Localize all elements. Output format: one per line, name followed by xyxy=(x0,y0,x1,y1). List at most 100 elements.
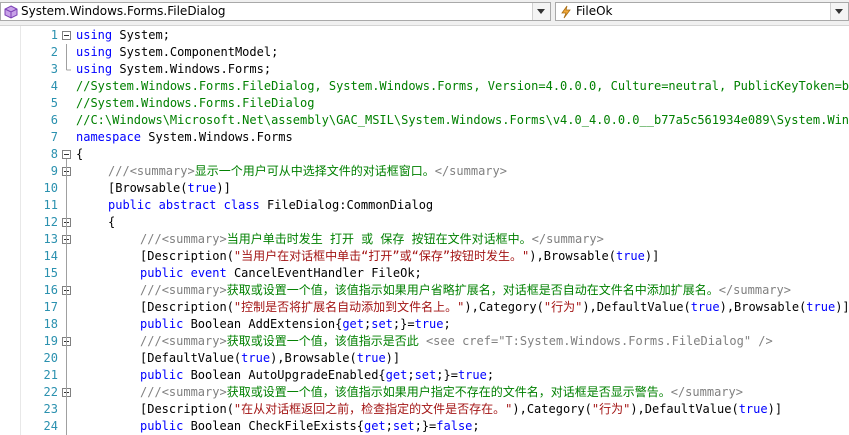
namespace-outline-guide xyxy=(66,159,67,435)
code-token: ),Browsable( xyxy=(270,351,357,365)
code-token: 当用户单击时发生 打开 或 保存 按钮在文件对话框中。 xyxy=(226,232,532,246)
code-line[interactable]: 20 [DefaultValue(true),Browsable(true)] xyxy=(0,350,849,367)
code-line[interactable]: 23 [Description("在从对话框返回之前，检查指定的文件是否存在。")… xyxy=(0,401,849,418)
code-token: /// xyxy=(140,334,162,348)
code-line[interactable]: 24 public Boolean CheckFileExists{get;set… xyxy=(0,418,849,435)
line-number: 21 xyxy=(43,368,58,382)
code-token: { xyxy=(108,215,116,229)
collapse-icon[interactable] xyxy=(62,27,72,44)
code-text: [Description("控制是否将扩展名自动添加到文件名上。"),Categ… xyxy=(140,299,849,316)
code-token: //System.Windows.Forms.FileDialog xyxy=(76,96,315,110)
code-line[interactable]: 5 //System.Windows.Forms.FileDialog xyxy=(0,95,849,112)
code-line[interactable]: 7 namespace System.Windows.Forms xyxy=(0,129,849,146)
code-token: <summary> xyxy=(161,385,227,399)
line-number: 6 xyxy=(50,113,58,127)
code-token: Boolean AddExtension{ xyxy=(183,317,343,331)
code-token: set xyxy=(414,368,437,382)
code-line[interactable]: 14 [Description("当用户在对话框中单击“打开”或“保存”按钮时发生… xyxy=(0,248,849,265)
collapse-icon[interactable] xyxy=(62,163,72,180)
code-line[interactable]: 4 //System.Windows.Forms.FileDialog, Syst… xyxy=(0,78,849,95)
code-token: </summary> xyxy=(531,232,604,246)
code-line[interactable]: 6 //C:\Windows\Microsoft.Net\assembly\GAC… xyxy=(0,112,849,129)
code-line[interactable]: 3 using System.Windows.Forms; xyxy=(0,61,849,78)
collapse-icon[interactable] xyxy=(62,231,72,248)
code-token: System.Windows.Forms; xyxy=(112,62,272,76)
collapse-icon[interactable] xyxy=(62,282,72,299)
code-line[interactable]: 18 public Boolean AddExtension{get; set;}=… xyxy=(0,316,849,333)
code-line[interactable]: 1 using System; xyxy=(0,27,849,44)
code-token: ; xyxy=(486,368,495,382)
code-line[interactable]: 13 ///<summary>当用户单击时发生 打开 或 保存 按钮在文件对话框中… xyxy=(0,231,849,248)
code-token: </summary> xyxy=(434,164,507,178)
code-token: </summary> xyxy=(718,283,791,297)
code-line[interactable]: 10 [Browsable(true)] xyxy=(0,180,849,197)
code-token: <summary> xyxy=(161,334,227,348)
code-token: /// xyxy=(140,283,162,297)
code-text: //C:\Windows\Microsoft.Net\assembly\GAC_… xyxy=(76,112,849,129)
code-token: set xyxy=(392,419,415,433)
code-line[interactable]: 22 ///<summary>获取或设置一个值，该值指示如果用户指定不存在的文件名… xyxy=(0,384,849,401)
line-number: 16 xyxy=(43,283,58,297)
code-line[interactable]: 15 public event CancelEventHandler FileOk… xyxy=(0,265,849,282)
code-token: abstract xyxy=(158,198,217,212)
code-token: event xyxy=(190,266,227,280)
code-token: ;}= xyxy=(414,419,437,433)
type-selector-value: System.Windows.Forms.FileDialog xyxy=(21,4,226,18)
code-token: </summary> xyxy=(670,385,743,399)
code-token: //C:\Windows\Microsoft.Net\assembly\GAC_… xyxy=(76,113,849,127)
code-line[interactable]: 21 public Boolean AutoUpgradeEnabled{get;… xyxy=(0,367,849,384)
code-token: true xyxy=(457,368,487,382)
code-token: public xyxy=(140,317,184,331)
line-number: 5 xyxy=(50,96,58,110)
collapse-icon[interactable] xyxy=(62,384,72,401)
code-token: /// xyxy=(140,385,162,399)
member-selector-dropdown[interactable]: FileOk xyxy=(555,2,849,21)
code-token: 获取或设置一个值，该值指示如果用户省略扩展名，对话框是否自动在文件名中添加扩展名… xyxy=(226,283,719,297)
code-token: true xyxy=(187,181,217,195)
code-token: "行为" xyxy=(543,300,583,314)
code-text: [Description("在从对话框返回之前，检查指定的文件是否存在。"),C… xyxy=(140,401,782,418)
code-token: //System.Windows.Forms.FileDialog, Syste… xyxy=(76,79,849,93)
code-token: class xyxy=(223,198,260,212)
code-text: ///<summary>获取或设置一个值，该值指示如果用户指定不存在的文件名，对… xyxy=(140,384,743,401)
line-number: 11 xyxy=(43,198,58,212)
code-token: ),Category( xyxy=(512,402,592,416)
code-token: public xyxy=(140,419,184,433)
outline-guide-icon xyxy=(66,61,71,71)
code-text: using System.ComponentModel; xyxy=(76,44,278,61)
code-token: [DefaultValue( xyxy=(140,351,242,365)
code-text: public Boolean AddExtension{get; set;}=tr… xyxy=(140,316,451,333)
collapse-icon[interactable] xyxy=(62,146,72,163)
code-token: get xyxy=(342,317,364,331)
code-text: using System; xyxy=(76,27,170,44)
code-token: ),Browsable( xyxy=(719,300,807,314)
code-line[interactable]: 16 ///<summary>获取或设置一个值，该值指示如果用户省略扩展名，对话框… xyxy=(0,282,849,299)
code-line[interactable]: 9 ///<summary>显示一个用户可从中选择文件的对话框窗口。</summa… xyxy=(0,163,849,180)
collapse-icon[interactable] xyxy=(62,214,72,231)
code-line[interactable]: 8{ xyxy=(0,146,849,163)
code-text: { xyxy=(108,214,115,231)
code-token: "在从对话框返回之前，检查指定的文件是否存在。" xyxy=(233,402,513,416)
chevron-down-icon[interactable] xyxy=(830,3,848,20)
code-text: { xyxy=(76,146,83,163)
code-line[interactable]: 19 ///<summary>获取或设置一个值，该值指示是否此 <see cref… xyxy=(0,333,849,350)
code-token: ; xyxy=(385,419,393,433)
code-text: namespace System.Windows.Forms xyxy=(76,129,293,146)
line-number: 7 xyxy=(50,130,58,144)
collapse-icon[interactable] xyxy=(62,333,72,350)
code-token: )] xyxy=(767,402,783,416)
code-line[interactable]: 2 using System.ComponentModel; xyxy=(0,44,849,61)
code-editor[interactable]: 1 using System; 2 using System.ComponentMod… xyxy=(0,26,849,435)
code-line[interactable]: 12 { xyxy=(0,214,849,231)
line-number: 4 xyxy=(50,79,58,93)
member-selector-value: FileOk xyxy=(576,4,613,18)
code-line[interactable]: 11 public abstract class FileDialog:Commo… xyxy=(0,197,849,214)
code-line[interactable]: 17 [Description("控制是否将扩展名自动添加到文件名上。"),Cat… xyxy=(0,299,849,316)
chevron-down-icon[interactable] xyxy=(532,3,550,20)
type-selector-dropdown[interactable]: System.Windows.Forms.FileDialog xyxy=(0,2,551,21)
code-token: using xyxy=(76,62,113,76)
code-text: [Description("当用户在对话框中单击“打开”或“保存”按钮时发生。"… xyxy=(140,248,659,265)
